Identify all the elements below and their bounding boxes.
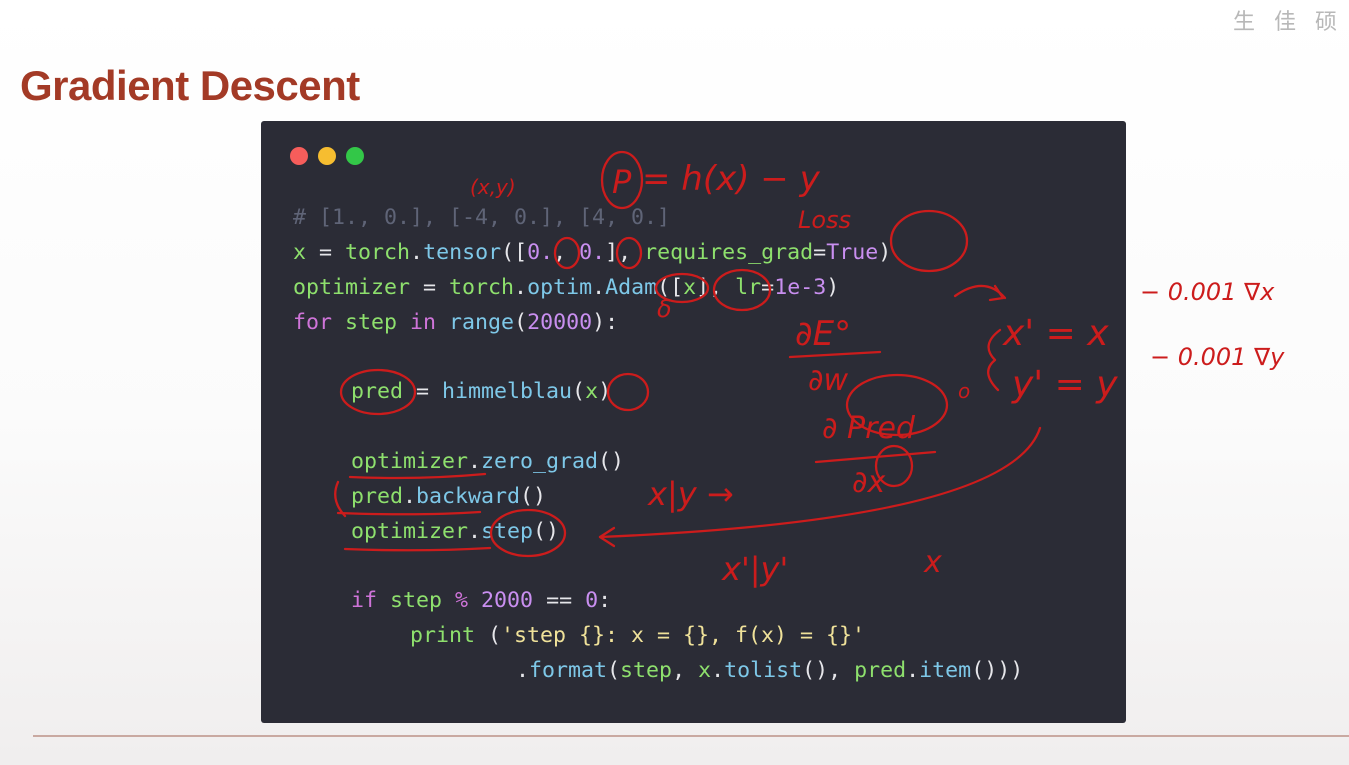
code-line-format: .format(step, x.tolist(), pred.item())) bbox=[516, 658, 1023, 684]
token-op: = bbox=[306, 240, 346, 265]
code-comment: # [1., 0.], [-4, 0.], [4, 0.] bbox=[293, 205, 671, 230]
token-keyword: for bbox=[293, 310, 333, 335]
token-punc: ) bbox=[826, 275, 840, 300]
token-arg: x bbox=[585, 379, 599, 404]
token-punc: () bbox=[598, 449, 625, 474]
annot-text-grad-y: − 0.001 ∇y bbox=[1150, 343, 1285, 371]
token-op: = bbox=[813, 240, 827, 265]
code-line-backward: pred.backward() bbox=[351, 484, 546, 510]
token-bool: True bbox=[826, 240, 879, 265]
token-punc: ([ bbox=[501, 240, 528, 265]
code-line-zero-grad: optimizer.zero_grad() bbox=[351, 449, 624, 475]
token-fn: tolist bbox=[724, 658, 803, 683]
minimize-dot-icon bbox=[318, 147, 336, 165]
token-punc: ], bbox=[696, 275, 736, 300]
token-num: 0. bbox=[527, 240, 554, 265]
token-punc: () bbox=[520, 484, 547, 509]
token-op: == bbox=[533, 588, 586, 613]
token-punc: ): bbox=[592, 310, 619, 335]
token-string: 'step {}: x = {}, f(x) = {}' bbox=[501, 623, 866, 648]
token-num: 0 bbox=[585, 588, 599, 613]
token-dot: . bbox=[516, 658, 530, 683]
token-var: step bbox=[332, 310, 411, 335]
watermark-logo: 生 佳 硕 bbox=[1233, 10, 1343, 35]
token-op: = bbox=[403, 379, 443, 404]
token-fn: format bbox=[529, 658, 608, 683]
token-dot: . bbox=[514, 275, 528, 300]
token-op: % bbox=[455, 588, 469, 613]
token-var: x bbox=[293, 240, 307, 265]
token-dot: . bbox=[711, 658, 725, 683]
token-dot: . bbox=[410, 240, 424, 265]
window-controls bbox=[290, 147, 364, 165]
maximize-dot-icon bbox=[346, 147, 364, 165]
token-dot: . bbox=[403, 484, 417, 509]
code-line-optimizer: optimizer = torch.optim.Adam([x], lr=1e-… bbox=[293, 275, 839, 301]
token-punc: (), bbox=[802, 658, 855, 683]
token-arg: x bbox=[683, 275, 697, 300]
slide-title: Gradient Descent bbox=[20, 62, 360, 109]
token-punc: ( bbox=[475, 623, 502, 648]
code-line-print: print ('step {}: x = {}, f(x) = {}' bbox=[410, 623, 865, 649]
token-obj: optimizer bbox=[351, 519, 469, 544]
token-fn: step bbox=[481, 519, 534, 544]
token-punc: ())) bbox=[971, 658, 1024, 683]
token-dot: . bbox=[468, 449, 482, 474]
token-kwarg: lr bbox=[735, 275, 762, 300]
token-num: 0. bbox=[579, 240, 606, 265]
token-punc: ( bbox=[514, 310, 528, 335]
token-var: optimizer bbox=[293, 275, 411, 300]
token-punc: : bbox=[598, 588, 612, 613]
token-obj: pred bbox=[351, 484, 404, 509]
token-punc: () bbox=[533, 519, 560, 544]
token-fn: zero_grad bbox=[481, 449, 599, 474]
token-punc: ) bbox=[598, 379, 612, 404]
code-line-for: for step in range(20000): bbox=[293, 310, 618, 336]
code-line-pred: pred = himmelblau(x) bbox=[351, 379, 611, 405]
token-op: = bbox=[410, 275, 450, 300]
footer-divider bbox=[33, 735, 1349, 737]
token-punc: , bbox=[672, 658, 699, 683]
token-punc: ( bbox=[572, 379, 586, 404]
token-fn: range bbox=[436, 310, 515, 335]
code-line-step: optimizer.step() bbox=[351, 519, 559, 545]
token-num: 20000 bbox=[527, 310, 593, 335]
token-num: 2000 bbox=[468, 588, 534, 613]
token-punc: , bbox=[553, 240, 580, 265]
token-fn: Adam bbox=[605, 275, 658, 300]
code-line-if: if step % 2000 == 0: bbox=[351, 588, 611, 614]
token-keyword: in bbox=[410, 310, 437, 335]
token-arg: step bbox=[620, 658, 673, 683]
token-dot: . bbox=[906, 658, 920, 683]
token-obj: optimizer bbox=[351, 449, 469, 474]
token-obj: torch bbox=[345, 240, 411, 265]
token-obj: x bbox=[698, 658, 712, 683]
token-fn: item bbox=[919, 658, 972, 683]
token-punc: ) bbox=[878, 240, 892, 265]
token-kwarg: requires_grad bbox=[644, 240, 814, 265]
code-line-comment: # [1., 0.], [-4, 0.], [4, 0.] bbox=[293, 205, 670, 231]
token-fn: tensor bbox=[423, 240, 502, 265]
annot-text-grad-x: − 0.001 ∇x bbox=[1140, 278, 1275, 306]
token-var: step bbox=[377, 588, 456, 613]
token-num: 1e-3 bbox=[774, 275, 827, 300]
token-keyword: if bbox=[351, 588, 378, 613]
code-line-tensor: x = torch.tensor([0., 0.], requires_grad… bbox=[293, 240, 891, 266]
token-obj: torch bbox=[449, 275, 515, 300]
token-fn: print bbox=[410, 623, 476, 648]
token-punc: ([ bbox=[657, 275, 684, 300]
token-obj: pred bbox=[854, 658, 907, 683]
token-punc: ( bbox=[607, 658, 621, 683]
token-var: pred bbox=[351, 379, 404, 404]
token-op: = bbox=[761, 275, 775, 300]
close-dot-icon bbox=[290, 147, 308, 165]
code-window: # [1., 0.], [-4, 0.], [4, 0.] x = torch.… bbox=[261, 121, 1126, 723]
token-fn: backward bbox=[416, 484, 521, 509]
token-dot: . bbox=[592, 275, 606, 300]
token-fn: himmelblau bbox=[442, 379, 573, 404]
token-dot: . bbox=[468, 519, 482, 544]
token-mod: optim bbox=[527, 275, 593, 300]
token-punc: ], bbox=[605, 240, 645, 265]
